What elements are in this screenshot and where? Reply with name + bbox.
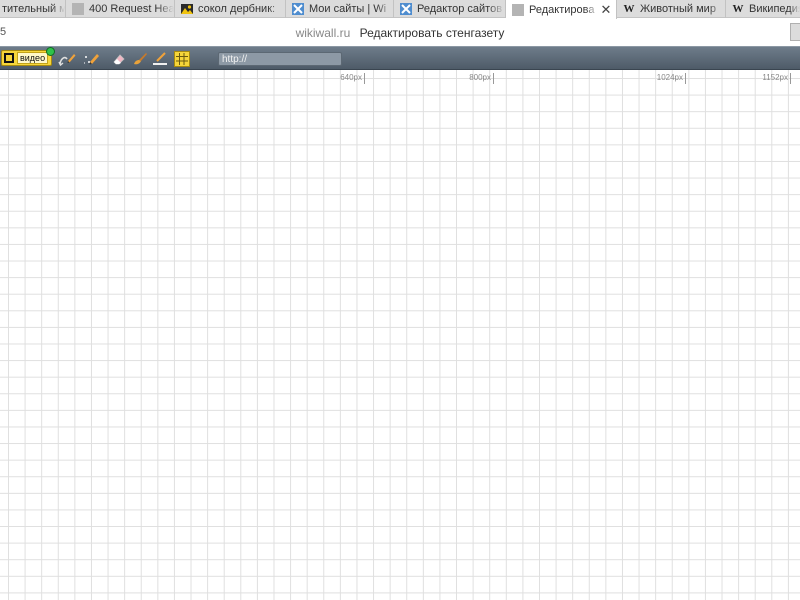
url-input[interactable] [218, 52, 342, 66]
gray-page-icon [72, 3, 84, 15]
tab-label: Редактор сайтов [417, 3, 503, 15]
tab-4[interactable]: Редактор сайтов [394, 0, 506, 18]
page-title-text: Редактировать стенгазету [359, 26, 505, 40]
wikipedia-icon: W [732, 3, 744, 15]
add-video-button[interactable]: видео [1, 47, 56, 66]
tab-label: Википедия [749, 3, 800, 15]
tab-label: сокол дербник: [198, 3, 276, 15]
tab-label: 400 Request Hea [89, 3, 174, 15]
plus-icon [46, 47, 56, 56]
edge-button-icon[interactable] [790, 23, 800, 41]
tab-label: Редактирова [529, 3, 595, 16]
wikipedia-icon: W [623, 3, 635, 15]
width-marker-640: 640px [340, 73, 365, 84]
tab-7[interactable]: W Википедия [726, 0, 800, 18]
tab-strip: тительный м 400 Request Hea сокол дербни… [0, 0, 800, 19]
wikiwall-icon [292, 3, 304, 15]
frame-icon [4, 53, 14, 63]
sparkle-pencil-icon[interactable] [83, 51, 99, 67]
tab-1[interactable]: 400 Request Hea [66, 0, 175, 18]
width-marker-1024: 1024px [657, 73, 686, 84]
gray-page-icon [512, 3, 524, 16]
tab-5-active[interactable]: Редактирова ✕ [506, 0, 617, 19]
tab-2[interactable]: сокол дербник: [175, 0, 286, 18]
tab-label: тительный м [2, 3, 65, 15]
editor-toolbar: видео [0, 46, 800, 70]
tab-3[interactable]: Мои сайты | Wi [286, 0, 394, 18]
grid-toggle-icon[interactable] [174, 51, 190, 67]
tab-label: Мои сайты | Wi [309, 3, 387, 15]
width-marker-1152: 1152px [762, 73, 791, 84]
video-button-label: видео [17, 52, 49, 64]
page-title-bar: 5 wikiwall.ru Редактировать стенгазету [0, 19, 800, 46]
browser-window: тительный м 400 Request Hea сокол дербни… [0, 0, 800, 600]
tab-0[interactable]: тительный м [0, 0, 66, 18]
editor-canvas[interactable]: 640px 800px 1024px 1152px [0, 70, 800, 600]
line-icon[interactable] [152, 51, 168, 67]
wikiwall-icon [400, 3, 412, 15]
page-title: wikiwall.ru Редактировать стенгазету [0, 26, 800, 40]
arrow-pencil-icon[interactable] [58, 51, 76, 67]
brush-icon[interactable] [132, 51, 148, 67]
close-tab-icon[interactable]: ✕ [599, 3, 613, 16]
tab-label: Животный мир [640, 3, 716, 15]
width-marker-800: 800px [469, 73, 494, 84]
tab-6[interactable]: W Животный мир [617, 0, 726, 18]
image-icon [181, 3, 193, 15]
page-domain: wikiwall.ru [295, 26, 351, 40]
eraser-icon[interactable] [111, 51, 127, 67]
